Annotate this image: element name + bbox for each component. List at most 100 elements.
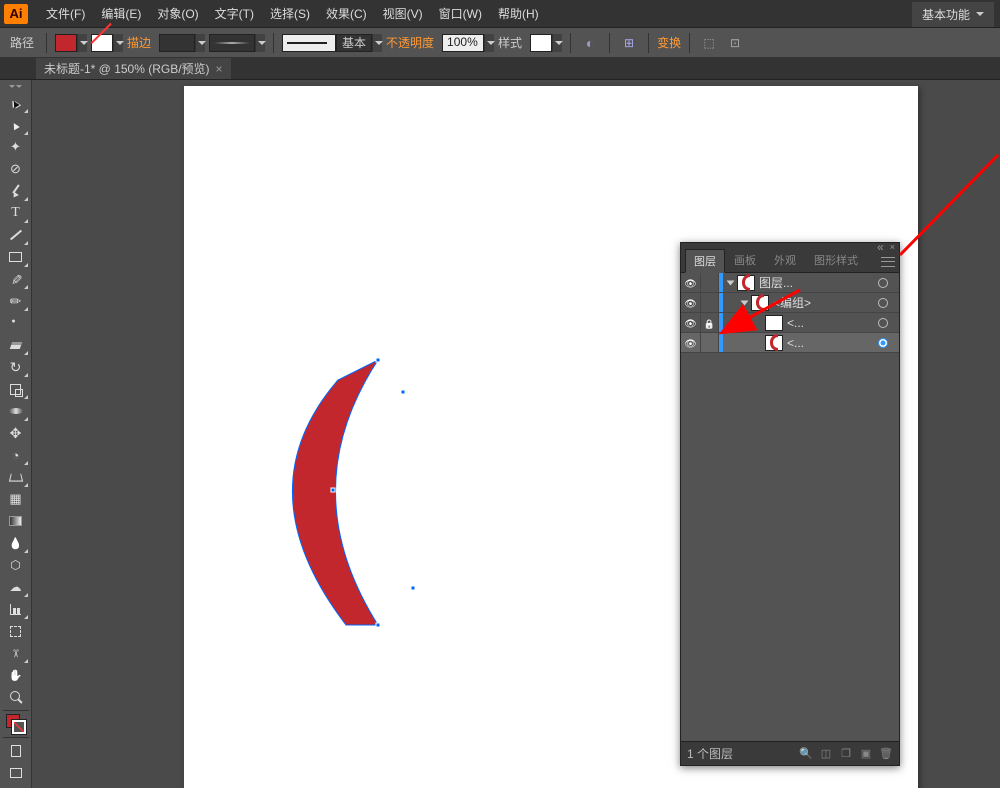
magic-wand-tool[interactable]	[3, 136, 29, 158]
align-icon[interactable]: ⊞	[618, 33, 640, 53]
stroke-weight-input[interactable]	[159, 34, 205, 52]
layer-row[interactable]: <...	[681, 313, 899, 333]
target-button[interactable]	[875, 338, 891, 348]
hand-tool[interactable]	[3, 664, 29, 686]
mesh-tool[interactable]	[3, 488, 29, 510]
paintbrush-tool[interactable]	[3, 268, 29, 290]
workspace-switcher[interactable]: 基本功能	[912, 2, 994, 27]
menu-help[interactable]: 帮助(H)	[490, 1, 547, 26]
panel-grip-icon[interactable]	[2, 82, 30, 90]
tab-appearance[interactable]: 外观	[765, 248, 805, 272]
new-layer-icon[interactable]: ▣	[859, 747, 873, 761]
menu-select[interactable]: 选择(S)	[262, 1, 318, 26]
menu-effect[interactable]: 效果(C)	[318, 1, 375, 26]
eraser-tool[interactable]	[3, 334, 29, 356]
visibility-toggle[interactable]	[681, 273, 701, 292]
perspective-grid-tool[interactable]	[3, 466, 29, 488]
edit-clip-icon[interactable]: ⊡	[724, 33, 746, 53]
layer-row[interactable]: <编组>	[681, 293, 899, 313]
symbol-sprayer-tool[interactable]	[3, 576, 29, 598]
visibility-toggle[interactable]	[681, 333, 701, 352]
selected-path-shape[interactable]	[298, 360, 438, 643]
transform-label[interactable]: 变换	[657, 34, 681, 51]
eyedropper-tool[interactable]	[3, 532, 29, 554]
lock-toggle[interactable]	[701, 273, 719, 292]
column-graph-tool[interactable]	[3, 598, 29, 620]
rotate-tool[interactable]	[3, 356, 29, 378]
width-tool[interactable]	[3, 400, 29, 422]
layer-thumbnail	[737, 275, 755, 291]
target-button[interactable]	[875, 298, 891, 308]
target-button[interactable]	[875, 318, 891, 328]
visibility-toggle[interactable]	[681, 293, 701, 312]
opacity-label[interactable]: 不透明度	[386, 34, 434, 51]
anchor-point[interactable]	[376, 623, 381, 628]
shape-builder-tool[interactable]	[3, 444, 29, 466]
lasso-tool[interactable]	[3, 158, 29, 180]
locate-object-icon[interactable]: 🔍	[799, 747, 813, 761]
tab-artboards[interactable]: 画板	[725, 248, 765, 272]
screen-mode[interactable]	[3, 762, 29, 784]
fill-stroke-swap[interactable]	[3, 713, 29, 735]
blend-tool[interactable]	[3, 554, 29, 576]
lock-toggle[interactable]	[701, 333, 719, 352]
line-segment-tool[interactable]	[3, 224, 29, 246]
layer-name[interactable]: <...	[787, 336, 875, 350]
anchor-point[interactable]	[376, 358, 381, 363]
anchor-point[interactable]	[401, 390, 406, 395]
stroke-weight-value[interactable]	[159, 34, 195, 52]
new-sublayer-icon[interactable]: ❐	[839, 747, 853, 761]
isolate-icon[interactable]: ⬚	[698, 33, 720, 53]
pen-tool[interactable]	[3, 180, 29, 202]
menu-edit[interactable]: 编辑(E)	[93, 1, 149, 26]
anchor-point[interactable]	[411, 586, 416, 591]
layer-name[interactable]: <...	[787, 316, 875, 330]
tab-graphic-styles[interactable]: 图形样式	[805, 248, 867, 272]
menu-file[interactable]: 文件(F)	[38, 1, 93, 26]
tab-layers[interactable]: 图层	[685, 249, 725, 273]
free-transform-tool[interactable]	[3, 422, 29, 444]
slice-tool[interactable]	[3, 642, 29, 664]
menu-type[interactable]: 文字(T)	[207, 1, 262, 26]
visibility-toggle[interactable]	[681, 313, 701, 332]
gradient-tool[interactable]	[3, 510, 29, 532]
profile-control[interactable]	[209, 34, 265, 52]
fill-control[interactable]	[55, 34, 87, 52]
close-icon[interactable]: ×	[216, 62, 223, 76]
graphic-style-control[interactable]	[530, 34, 562, 52]
anchor-point[interactable]	[331, 488, 336, 493]
selection-tool[interactable]	[3, 92, 29, 114]
layer-name[interactable]: 图层...	[759, 274, 875, 291]
pencil-tool[interactable]	[3, 290, 29, 312]
layer-name[interactable]: <编组>	[773, 294, 875, 311]
lock-toggle[interactable]	[701, 313, 719, 332]
panel-menu-icon[interactable]	[881, 257, 895, 267]
delete-layer-icon[interactable]: 🗑	[879, 747, 893, 761]
opacity-input[interactable]: 100%	[442, 34, 494, 52]
rectangle-tool[interactable]	[3, 246, 29, 268]
target-button[interactable]	[875, 278, 891, 288]
menu-object[interactable]: 对象(O)	[149, 1, 206, 26]
stroke-control[interactable]	[91, 34, 123, 52]
stroke-label[interactable]: 描边	[127, 34, 151, 51]
document-tabs: 未标题-1* @ 150% (RGB/预览) ×	[0, 58, 1000, 80]
lock-toggle[interactable]	[701, 293, 719, 312]
zoom-tool[interactable]	[3, 686, 29, 708]
menu-view[interactable]: 视图(V)	[375, 1, 431, 26]
menu-window[interactable]: 窗口(W)	[431, 1, 490, 26]
layer-row[interactable]: 图层...	[681, 273, 899, 293]
opacity-value[interactable]: 100%	[442, 34, 484, 52]
make-clip-mask-icon[interactable]: ◫	[819, 747, 833, 761]
draw-mode-normal[interactable]	[3, 740, 29, 762]
recolor-artwork-icon[interactable]	[579, 33, 601, 53]
disclosure-triangle[interactable]	[737, 299, 751, 307]
disclosure-triangle[interactable]	[723, 279, 737, 287]
layer-row[interactable]: <...	[681, 333, 899, 353]
type-tool[interactable]	[3, 202, 29, 224]
scale-tool[interactable]	[3, 378, 29, 400]
brush-control[interactable]: 基本	[282, 34, 382, 52]
document-tab[interactable]: 未标题-1* @ 150% (RGB/预览) ×	[36, 58, 231, 79]
blob-brush-tool[interactable]	[3, 312, 29, 334]
artboard-tool[interactable]	[3, 620, 29, 642]
direct-selection-tool[interactable]	[3, 114, 29, 136]
